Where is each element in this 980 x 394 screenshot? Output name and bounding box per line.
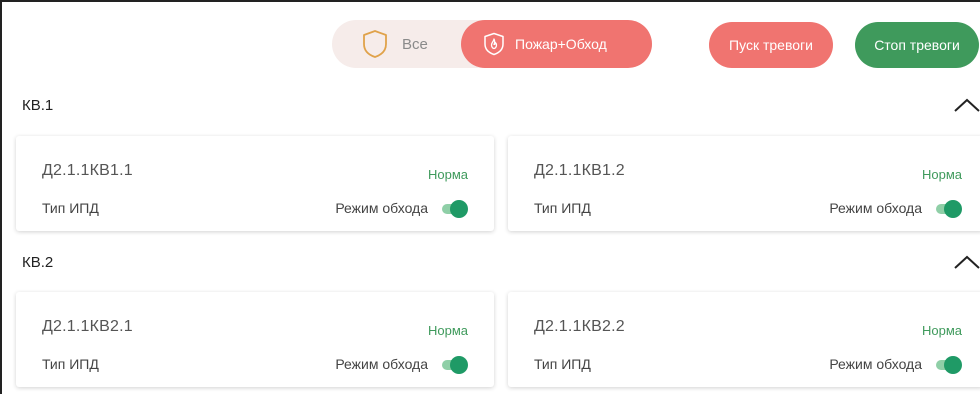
- device-card[interactable]: Д2.1.1КВ2.1 Норма Тип ИПД Режим обхода: [16, 292, 494, 387]
- group-header-kv2: КВ.2: [4, 242, 980, 282]
- filter-fire-bypass-label: Пожар+Обход: [515, 36, 607, 52]
- device-card[interactable]: Д2.1.1КВ1.2 Норма Тип ИПД Режим обхода: [508, 136, 980, 231]
- stop-alarm-button[interactable]: Стоп тревоги: [855, 22, 979, 68]
- device-status: Норма: [427, 323, 468, 338]
- device-status: Норма: [921, 167, 962, 182]
- device-type: Тип ИПД: [42, 200, 99, 216]
- fire-shield-icon: [484, 32, 504, 56]
- chevron-up-icon[interactable]: [952, 252, 980, 272]
- filter-all-button[interactable]: Все: [332, 20, 460, 68]
- device-status: Норма: [921, 323, 962, 338]
- start-alarm-button[interactable]: Пуск тревоги: [709, 22, 833, 68]
- device-name: Д2.1.1КВ2.1: [42, 318, 133, 335]
- device-name: Д2.1.1КВ2.2: [534, 318, 625, 335]
- filter-fire-bypass-button[interactable]: Пожар+Обход: [461, 20, 652, 68]
- chevron-up-icon[interactable]: [952, 95, 980, 115]
- bypass-toggle[interactable]: [934, 200, 962, 218]
- bypass-mode-label: Режим обхода: [829, 200, 922, 216]
- device-name: Д2.1.1КВ1.1: [42, 162, 133, 179]
- group-header-kv1: КВ.1: [4, 85, 980, 125]
- filter-all-label: Все: [402, 35, 428, 53]
- device-status: Норма: [427, 167, 468, 182]
- bypass-toggle[interactable]: [934, 356, 962, 374]
- device-type: Тип ИПД: [42, 356, 99, 372]
- bypass-mode-label: Режим обхода: [335, 356, 428, 372]
- device-card[interactable]: Д2.1.1КВ2.2 Норма Тип ИПД Режим обхода: [508, 292, 980, 387]
- shield-icon: [363, 30, 387, 58]
- device-card[interactable]: Д2.1.1КВ1.1 Норма Тип ИПД Режим обхода: [16, 136, 494, 231]
- app-frame: Все Пожар+Обход Пуск тревоги Стоп тревог…: [0, 0, 980, 394]
- group-title: КВ.2: [22, 253, 54, 271]
- device-type: Тип ИПД: [534, 356, 591, 372]
- bypass-toggle[interactable]: [440, 356, 468, 374]
- bypass-mode-label: Режим обхода: [335, 200, 428, 216]
- device-name: Д2.1.1КВ1.2: [534, 162, 625, 179]
- bypass-mode-label: Режим обхода: [829, 356, 922, 372]
- group-title: КВ.1: [22, 96, 54, 114]
- bypass-toggle[interactable]: [440, 200, 468, 218]
- device-type: Тип ИПД: [534, 200, 591, 216]
